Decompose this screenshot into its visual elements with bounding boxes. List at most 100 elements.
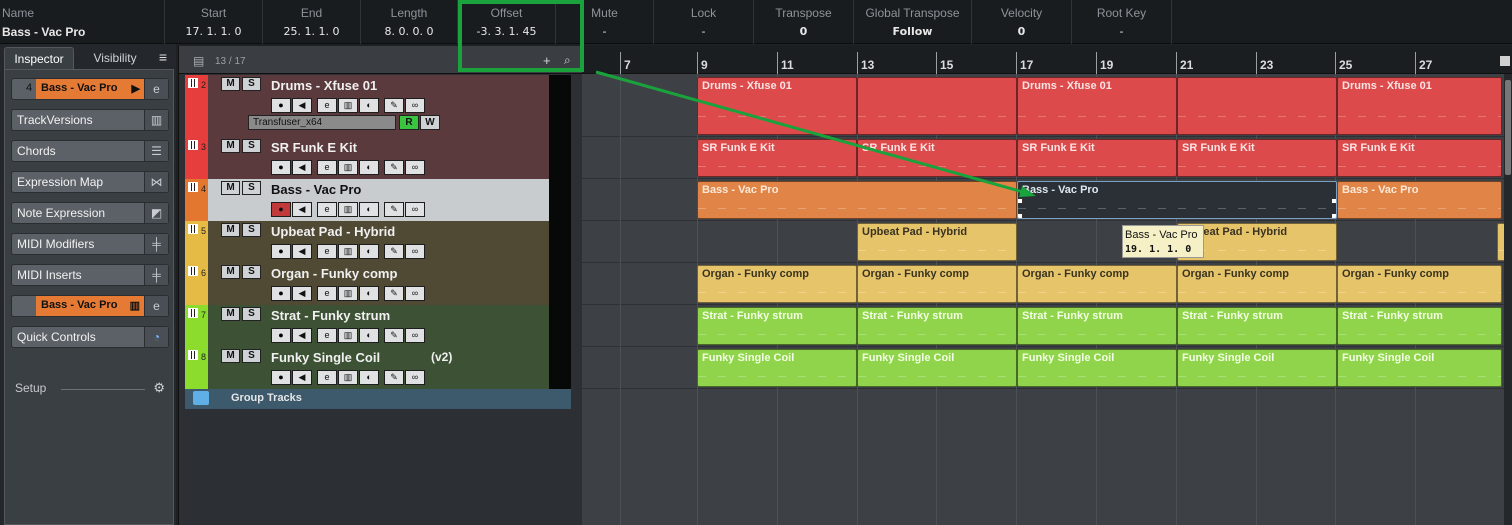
- edit-instrument-button[interactable]: e: [317, 286, 337, 301]
- gear-icon[interactable]: ⚙: [153, 380, 165, 396]
- record-enable-button[interactable]: ●: [271, 202, 291, 217]
- record-enable-button[interactable]: ●: [271, 244, 291, 259]
- monitor-button[interactable]: ◀: [292, 370, 312, 385]
- section-midi-inserts[interactable]: MIDI Inserts ╪: [11, 264, 169, 286]
- instrument-icon[interactable]: ▥: [338, 370, 358, 385]
- midi-part[interactable]: Bass - Vac Pro: [1337, 181, 1502, 219]
- track-row[interactable]: 2 M S Drums - Xfuse 01 ● ◀ e ▥ ◐ ✎ ∞ Tra…: [185, 75, 571, 137]
- midi-part[interactable]: Organ - Funky comp: [1177, 265, 1337, 303]
- section-chords[interactable]: Chords ☰: [11, 140, 169, 162]
- track-name[interactable]: Strat - Funky strum: [271, 308, 390, 323]
- solo-button[interactable]: S: [242, 181, 261, 195]
- info-offset-value[interactable]: -3. 3. 1. 45: [458, 25, 555, 38]
- edit-instrument-button[interactable]: e: [317, 370, 337, 385]
- track-body[interactable]: M S Organ - Funky comp ● ◀ e ▥ ◐ ✎ ∞: [208, 263, 549, 305]
- solo-button[interactable]: S: [242, 77, 261, 91]
- info-mute-value[interactable]: -: [556, 25, 653, 38]
- info-length[interactable]: Length 8. 0. 0. 0: [361, 0, 458, 44]
- info-start-value[interactable]: 17. 1. 1. 0: [165, 25, 262, 38]
- info-root-key-value[interactable]: -: [1072, 25, 1171, 38]
- track-row[interactable]: 3 M S SR Funk E Kit ● ◀ e ▥ ◐ ✎ ∞: [185, 137, 571, 179]
- info-global-transpose-value[interactable]: Follow: [854, 25, 971, 38]
- section-expression-map[interactable]: Expression Map ⋈: [11, 171, 169, 193]
- ruler-scroll-icon[interactable]: [1500, 56, 1510, 66]
- info-global-transpose[interactable]: Global Transpose Follow: [854, 0, 972, 44]
- info-transpose-value[interactable]: 0: [754, 25, 853, 38]
- instrument-icon[interactable]: ▥: [338, 244, 358, 259]
- inspector-menu-icon[interactable]: ≡: [156, 49, 170, 65]
- edit-channel-icon[interactable]: e: [144, 296, 168, 316]
- edit-instrument-button[interactable]: e: [317, 202, 337, 217]
- record-enable-button[interactable]: ●: [271, 160, 291, 175]
- group-tracks-folder[interactable]: Group Tracks: [185, 389, 571, 409]
- mute-button[interactable]: M: [221, 181, 240, 195]
- write-automation-button[interactable]: W: [420, 115, 440, 130]
- mute-button[interactable]: M: [221, 265, 240, 279]
- edit-instrument-button[interactable]: e: [317, 98, 337, 113]
- midi-part[interactable]: Bass - Vac Pro: [1017, 181, 1337, 219]
- info-name-value[interactable]: Bass - Vac Pro: [2, 25, 164, 39]
- link-icon[interactable]: ∞: [405, 370, 425, 385]
- record-enable-button[interactable]: ●: [271, 370, 291, 385]
- lane-icon[interactable]: ◐: [359, 202, 379, 217]
- link-icon[interactable]: ∞: [405, 244, 425, 259]
- midi-part[interactable]: Funky Single Coil: [1177, 349, 1337, 387]
- lane-icon[interactable]: ◐: [359, 370, 379, 385]
- section-note-expression[interactable]: Note Expression ◩: [11, 202, 169, 224]
- info-velocity-value[interactable]: 0: [972, 25, 1071, 38]
- track-name[interactable]: Organ - Funky comp: [271, 266, 397, 281]
- info-transpose[interactable]: Transpose 0: [754, 0, 854, 44]
- edit-instrument-button[interactable]: e: [317, 244, 337, 259]
- track-row[interactable]: 6 M S Organ - Funky comp ● ◀ e ▥ ◐ ✎ ∞: [185, 263, 571, 305]
- instrument-icon[interactable]: ▥: [338, 328, 358, 343]
- track-row[interactable]: 8 M S Funky Single Coil (v2) ● ◀ e ▥ ◐ ✎…: [185, 347, 571, 389]
- midi-part[interactable]: SR Funk E Kit: [697, 139, 857, 177]
- edit-instrument-icon[interactable]: e: [144, 79, 168, 99]
- pencil-icon[interactable]: ✎: [384, 370, 404, 385]
- track-body[interactable]: M S Bass - Vac Pro ● ◀ e ▥ ◐ ✎ ∞: [208, 179, 549, 221]
- lane-icon[interactable]: ◐: [359, 98, 379, 113]
- instrument-insert-field[interactable]: Transfuser_x64: [248, 115, 396, 130]
- lane-icon[interactable]: ◐: [359, 286, 379, 301]
- monitor-button[interactable]: ◀: [292, 202, 312, 217]
- instrument-icon[interactable]: ▥: [338, 98, 358, 113]
- add-track-icon[interactable]: +: [543, 53, 551, 68]
- link-icon[interactable]: ∞: [405, 98, 425, 113]
- track-color[interactable]: 3: [185, 137, 208, 179]
- info-root-key[interactable]: Root Key -: [1072, 0, 1172, 44]
- pencil-icon[interactable]: ✎: [384, 202, 404, 217]
- midi-part[interactable]: Strat - Funky strum: [1177, 307, 1337, 345]
- midi-part[interactable]: Funky Single Coil: [1337, 349, 1502, 387]
- info-end-value[interactable]: 25. 1. 1. 0: [263, 25, 360, 38]
- track-name[interactable]: SR Funk E Kit: [271, 140, 357, 155]
- track-body[interactable]: M S Strat - Funky strum ● ◀ e ▥ ◐ ✎ ∞: [208, 305, 549, 347]
- mute-button[interactable]: M: [221, 77, 240, 91]
- mute-button[interactable]: M: [221, 139, 240, 153]
- mute-button[interactable]: M: [221, 307, 240, 321]
- info-mute[interactable]: Mute -: [556, 0, 654, 44]
- expand-arrow-icon[interactable]: ▶: [132, 82, 140, 95]
- info-offset[interactable]: Offset -3. 3. 1. 45: [458, 0, 556, 44]
- instrument-icon[interactable]: ▥: [338, 286, 358, 301]
- resize-handle[interactable]: [1018, 198, 1023, 204]
- pencil-icon[interactable]: ✎: [384, 244, 404, 259]
- info-name[interactable]: Name Bass - Vac Pro: [0, 0, 165, 44]
- lane-icon[interactable]: ◐: [359, 160, 379, 175]
- midi-part[interactable]: Organ - Funky comp: [857, 265, 1017, 303]
- instrument-icon[interactable]: ▥: [338, 202, 358, 217]
- pencil-icon[interactable]: ✎: [384, 328, 404, 343]
- link-icon[interactable]: ∞: [405, 328, 425, 343]
- midi-part[interactable]: Bass - Vac Pro: [697, 181, 1017, 219]
- midi-part[interactable]: [1177, 77, 1337, 135]
- inspector-channel-name[interactable]: Bass - Vac Pro ▥: [36, 296, 144, 316]
- monitor-button[interactable]: ◀: [292, 328, 312, 343]
- arrange-window[interactable]: 7 9 11 13 15 17 19 21 23 25 27 Drums - Xfuse 01 Dru…: [582, 46, 1512, 525]
- midi-part[interactable]: SR Funk E Kit: [1337, 139, 1502, 177]
- scrollbar-thumb[interactable]: [1505, 80, 1511, 175]
- solo-button[interactable]: S: [242, 307, 261, 321]
- midi-part[interactable]: Drums - Xfuse 01: [1017, 77, 1177, 135]
- solo-button[interactable]: S: [242, 139, 261, 153]
- track-name[interactable]: Drums - Xfuse 01: [271, 78, 377, 93]
- edit-instrument-button[interactable]: e: [317, 160, 337, 175]
- midi-part[interactable]: SR Funk E Kit: [1177, 139, 1337, 177]
